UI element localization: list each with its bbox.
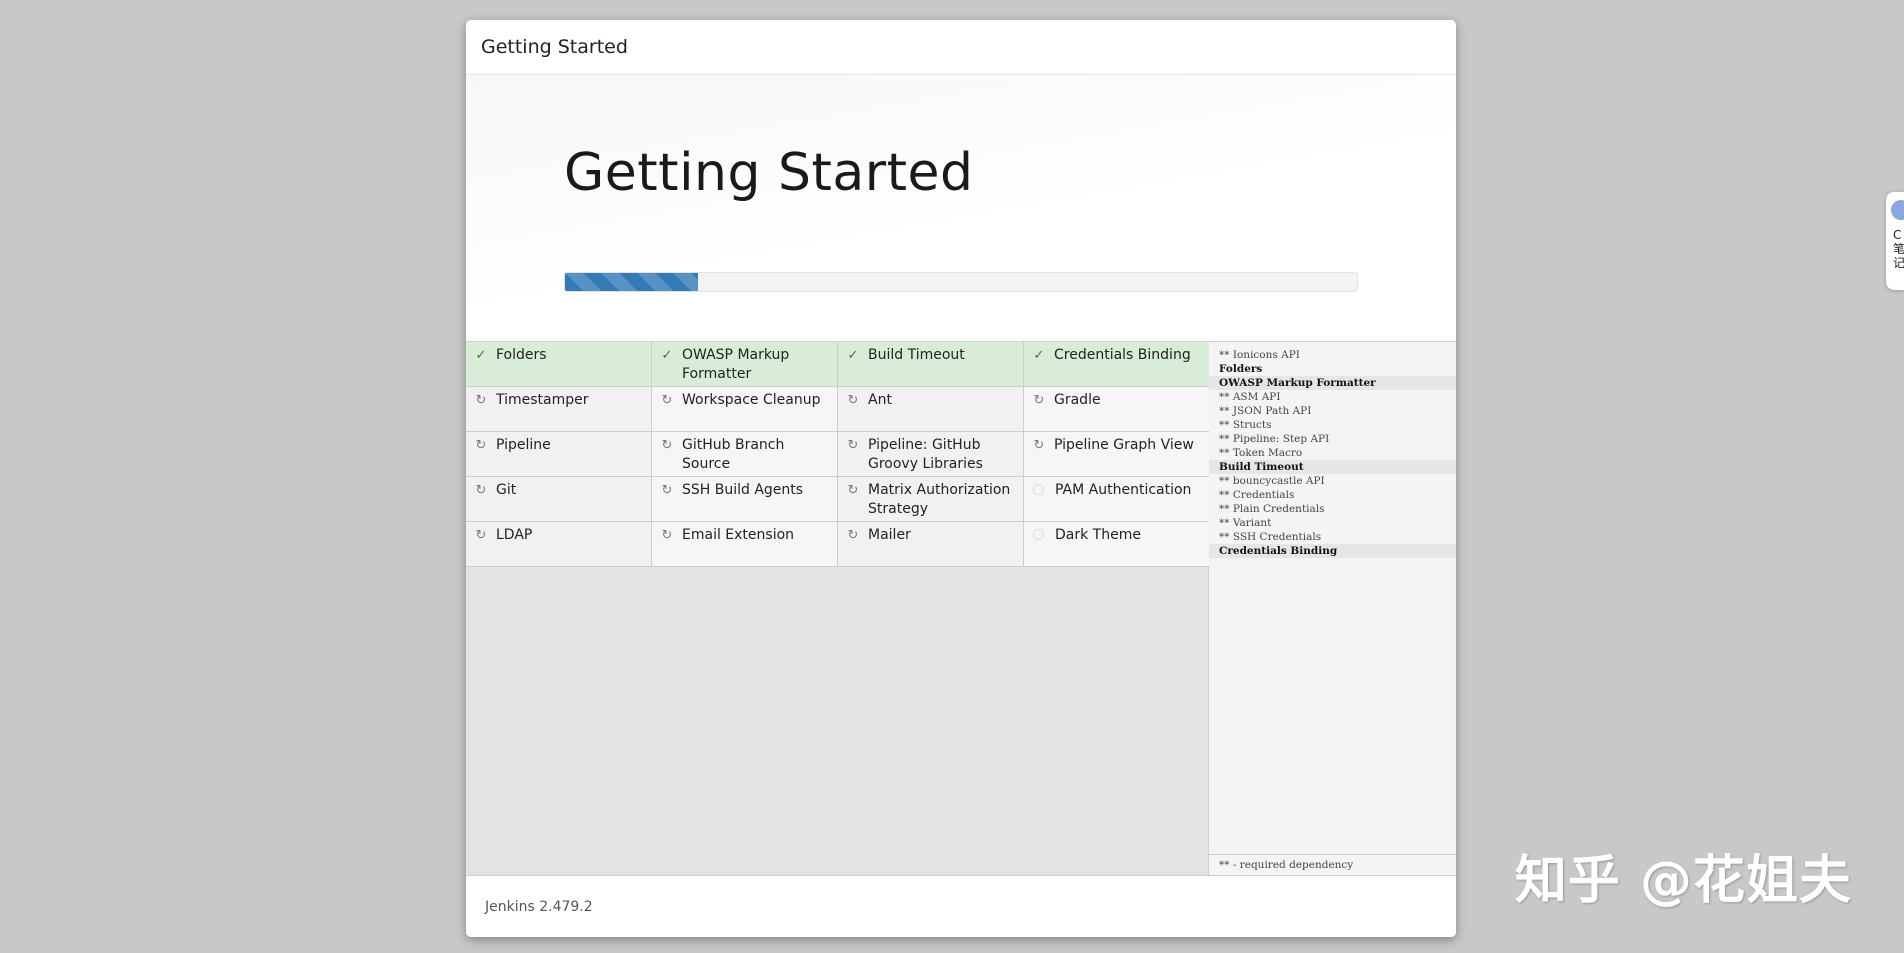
refresh-icon: ↻ [1033,393,1045,408]
log-dependency-line: ** SSH Credentials [1219,531,1322,543]
plugin-item: ↻ Pipeline: GitHub Groovy Libraries [838,432,1024,477]
plugin-name: Timestamper [496,392,589,408]
plugin-name: Pipeline Graph View [1054,437,1194,453]
install-log-panel[interactable]: ** Ionicons API Folders OWASP Markup Forma… [1209,342,1456,875]
refresh-icon: ↻ [847,528,859,543]
plugin-item: ↻ Pipeline Graph View [1024,432,1210,477]
install-log: ** Ionicons API Folders OWASP Markup Forma… [1209,342,1456,558]
plugin-item: ↻ Workspace Cleanup [652,387,838,432]
plugin-name: Folders [496,347,547,363]
log-dependency-line: ** Pipeline: Step API [1219,433,1330,445]
refresh-icon: ↻ [475,528,487,543]
plugin-item: ✓ Build Timeout [838,342,1024,387]
plugin-name: Dark Theme [1055,527,1141,543]
plugin-item: ↻ Gradle [1024,387,1210,432]
plugin-item: ↻ Email Extension [652,522,838,567]
refresh-icon: ↻ [1033,438,1045,453]
refresh-icon: ↻ [475,393,487,408]
plugin-name: Credentials Binding [1054,347,1191,363]
plugin-name: OWASP Markup Formatter [682,347,790,382]
check-icon: ✓ [661,348,673,363]
plugin-name: Matrix Authorization Strategy [868,482,1011,517]
plugin-item: ↻ GitHub Branch Source [652,432,838,477]
plugin-item: ↻ SSH Build Agents [652,477,838,522]
log-dependency-line: ** Credentials [1219,489,1295,501]
log-plugin-line: Build Timeout [1209,460,1456,474]
plugin-name: Git [496,482,517,498]
log-dependency-line: ** Plain Credentials [1219,503,1325,515]
plugin-item: ↻ Ant [838,387,1024,432]
plugin-item: ↻ Git [466,477,652,522]
refresh-icon: ↻ [661,393,673,408]
circle-icon [1033,529,1044,540]
check-icon: ✓ [475,348,487,363]
dialog-header: Getting Started [466,20,1456,75]
page-title: Getting Started [564,143,974,203]
plugin-item: ✓ Credentials Binding [1024,342,1210,387]
plugin-item: ↻ LDAP [466,522,652,567]
side-widget-text: C 笔 记 [1893,228,1904,270]
plugin-item: Dark Theme [1024,522,1210,567]
plugin-item: ↻ Timestamper [466,387,652,432]
log-dependency-line: ** Structs [1219,419,1272,431]
log-plugin-line: Credentials Binding [1209,544,1456,558]
plugin-item: ↻ Matrix Authorization Strategy [838,477,1024,522]
plugin-name: Email Extension [682,527,795,543]
plugin-name: Mailer [868,527,911,543]
watermark: 知乎 @花姐夫 [1514,851,1852,911]
plugin-name: Workspace Cleanup [682,392,821,408]
plugin-name: Build Timeout [868,347,965,363]
log-dependency-line: ** ASM API [1219,391,1281,403]
plugin-name: SSH Build Agents [682,482,804,498]
refresh-icon: ↻ [847,438,859,453]
log-dependency-line: ** bouncycastle API [1219,475,1325,487]
plugin-name: Pipeline [496,437,551,453]
log-legend: ** - required dependency [1209,854,1456,875]
install-progress-bar [565,273,699,291]
refresh-icon: ↻ [847,393,859,408]
log-dependency-line: ** Token Macro [1219,447,1303,459]
log-dependency-line: ** Ionicons API [1219,349,1300,361]
refresh-icon: ↻ [661,438,673,453]
refresh-icon: ↻ [475,483,487,498]
plugins-panel: ✓ Folders ✓ OWASP Markup Formatter ✓ Build Ti… [466,342,1210,875]
check-icon: ✓ [1033,348,1045,363]
plugin-name: PAM Authentication [1055,482,1192,498]
plugin-item: ↻ Pipeline [466,432,652,477]
plugin-name: Gradle [1054,392,1101,408]
plugin-name: GitHub Branch Source [682,437,785,472]
refresh-icon: ↻ [661,483,673,498]
plugin-item: ✓ Folders [466,342,652,387]
plugin-item: ↻ Mailer [838,522,1024,567]
version-label: Jenkins 2.479.2 [485,898,593,915]
dialog-header-title: Getting Started [481,36,628,58]
hero-section: Getting Started [466,75,1456,342]
refresh-icon: ↻ [661,528,673,543]
log-plugin-line: Folders [1219,363,1263,375]
plugin-name: LDAP [496,527,533,543]
refresh-icon: ↻ [847,483,859,498]
install-body: ✓ Folders ✓ OWASP Markup Formatter ✓ Build Ti… [466,342,1456,875]
plugin-grid: ✓ Folders ✓ OWASP Markup Formatter ✓ Build Ti… [466,342,1210,567]
log-dependency-line: ** Variant [1219,517,1272,529]
refresh-icon: ↻ [475,438,487,453]
side-widget-icon [1891,200,1904,220]
log-dependency-line: ** JSON Path API [1219,405,1312,417]
plugin-item: ✓ OWASP Markup Formatter [652,342,838,387]
plugin-name: Ant [868,392,892,408]
check-icon: ✓ [847,348,859,363]
log-plugin-line: OWASP Markup Formatter [1209,376,1456,390]
install-progress [564,272,1358,292]
side-widget[interactable]: C 笔 记 [1886,192,1904,290]
plugin-name: Pipeline: GitHub Groovy Libraries [868,437,983,472]
plugin-item: PAM Authentication [1024,477,1210,522]
circle-icon [1033,484,1044,495]
setup-wizard-dialog: Getting Started Getting Started ✓ Folders… [466,20,1456,937]
dialog-footer: Jenkins 2.479.2 [466,875,1456,937]
